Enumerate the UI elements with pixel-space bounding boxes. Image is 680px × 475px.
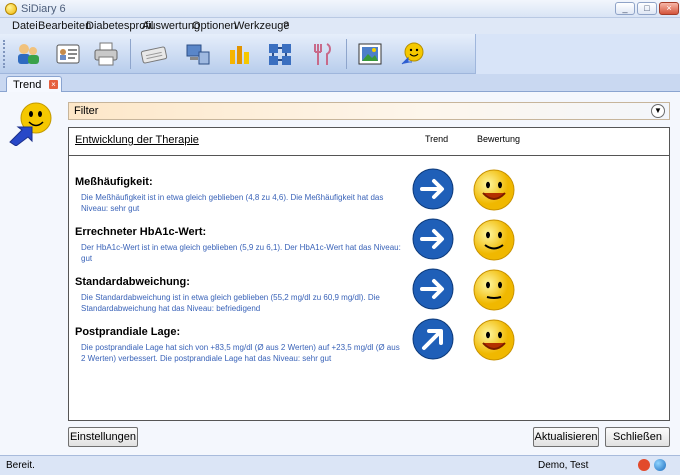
close-button[interactable]: Schließen [605, 427, 670, 447]
list-item: Meßhäufigkeit: Die Meßhäufigkeit ist in … [69, 168, 669, 228]
row-description: Der HbA1c-Wert ist in etwa gleich geblie… [81, 243, 401, 263]
toolbar [0, 34, 476, 74]
network-icon[interactable] [264, 38, 296, 70]
app-icon [5, 3, 17, 15]
trend-smiley-logo-icon [9, 102, 52, 146]
globe-icon[interactable] [654, 459, 666, 471]
smiley-good-icon [473, 219, 515, 261]
refresh-button[interactable]: Aktualisieren [533, 427, 599, 447]
keyboard-icon[interactable] [138, 38, 170, 70]
row-description: Die Meßhäufigkeit ist in etwa gleich geb… [81, 193, 384, 213]
row-heading: Errechneter HbA1c-Wert: [75, 226, 207, 238]
status-user: Demo, Test [538, 460, 589, 471]
people-icon[interactable] [12, 38, 44, 70]
row-heading: Meßhäufigkeit: [75, 176, 153, 188]
arrow-right-icon [412, 218, 454, 260]
menu-bar: Datei Bearbeiten Diabetesprofil Auswertu… [0, 18, 680, 34]
status-text: Bereit. [6, 460, 35, 471]
arrow-right-icon [412, 268, 454, 310]
computer-sync-icon[interactable] [182, 38, 214, 70]
tab-strip: Trend × [0, 74, 680, 93]
close-window-button[interactable]: × [659, 2, 679, 15]
arrow-up-right-icon [412, 318, 454, 360]
menu-bearbeiten[interactable]: Bearbeiten [38, 20, 91, 32]
row-description: Die postprandiale Lage hat sich von +83,… [81, 343, 400, 363]
toolbar-grip[interactable] [3, 40, 6, 68]
client-area: Filter ▼ Entwicklung der Therapie Trend … [0, 92, 680, 455]
panel-header: Entwicklung der Therapie Trend Bewertung [69, 128, 669, 156]
tab-trend-label: Trend [13, 79, 42, 91]
menu-help[interactable]: ? [283, 20, 289, 32]
trend-column-label: Trend [425, 134, 449, 144]
panel-title: Entwicklung der Therapie [75, 134, 199, 146]
smiley-arrow-icon[interactable] [396, 38, 428, 70]
row-description: Die Standardabweichung ist in etwa gleic… [81, 293, 380, 313]
smiley-satisfactory-icon [473, 269, 515, 311]
list-item: Errechneter HbA1c-Wert: Der HbA1c-Wert i… [69, 218, 669, 278]
cutlery-icon[interactable] [306, 38, 338, 70]
id-card-icon[interactable] [52, 38, 84, 70]
filter-bar[interactable]: Filter ▼ [68, 102, 670, 120]
maximize-button[interactable]: □ [637, 2, 657, 15]
smiley-very-good-icon [473, 169, 515, 211]
tab-close-icon[interactable]: × [49, 80, 58, 89]
settings-button[interactable]: Einstellungen [68, 427, 138, 447]
picture-icon[interactable] [354, 38, 386, 70]
menu-werkzeuge[interactable]: Werkzeuge [234, 20, 289, 32]
sync-status-icon[interactable] [638, 459, 650, 471]
printer-icon[interactable] [90, 38, 122, 70]
title-bar: SiDiary 6 _ □ × [0, 0, 680, 18]
chevron-down-icon[interactable]: ▼ [651, 104, 665, 118]
tab-trend[interactable]: Trend × [6, 76, 62, 93]
menu-datei[interactable]: Datei [12, 20, 38, 32]
filter-label: Filter [74, 105, 99, 117]
row-heading: Standardabweichung: [75, 276, 190, 288]
smiley-very-good-icon [473, 319, 515, 361]
row-heading: Postprandiale Lage: [75, 326, 181, 338]
toolbar-separator [130, 39, 131, 69]
minimize-button[interactable]: _ [615, 2, 635, 15]
toolbar-separator [346, 39, 347, 69]
list-item: Postprandiale Lage: Die postprandiale La… [69, 318, 669, 378]
arrow-right-icon [412, 168, 454, 210]
rating-column-label: Bewertung [477, 134, 521, 144]
trend-panel: Entwicklung der Therapie Trend Bewertung… [68, 127, 670, 421]
status-bar: Bereit. Demo, Test [0, 455, 680, 475]
list-item: Standardabweichung: Die Standardabweichu… [69, 268, 669, 328]
window-title: SiDiary 6 [21, 3, 66, 15]
chart-bars-icon[interactable] [224, 38, 256, 70]
menu-optionen[interactable]: Optionen [192, 20, 237, 32]
